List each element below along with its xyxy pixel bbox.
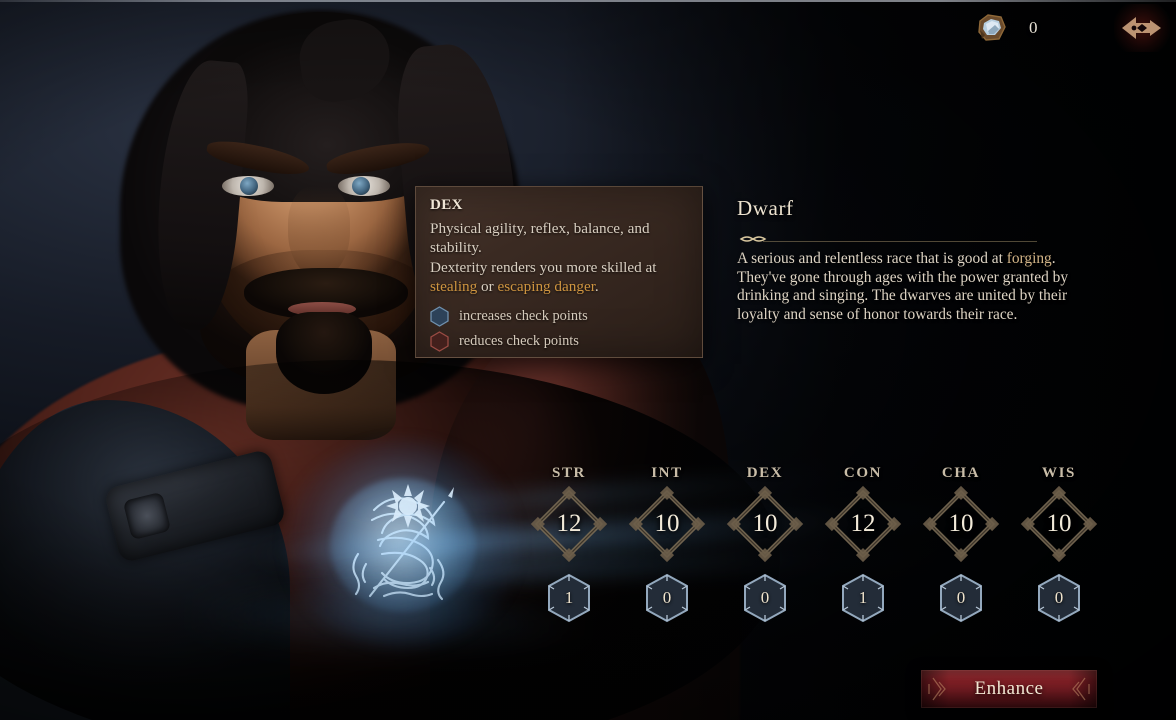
stat-value-str: 12 [556,510,582,537]
legend-label-increase: increases check points [459,307,588,324]
legend-row-reduce: reduces check points [430,329,688,354]
stat-column-dex: DEX 10 0 [716,462,814,623]
ornament-left-icon [928,677,946,701]
tooltip-highlight-stealing: stealing [430,278,478,296]
stat-value-con: 12 [850,510,876,537]
tooltip-line-2: Dexterity renders you more skilled at st… [430,258,688,297]
enhance-button-label: Enhance [974,678,1044,699]
gem-icon [975,12,1009,44]
stat-value-cha: 10 [948,510,974,537]
stat-diamond-str[interactable]: 12 [530,485,608,563]
stat-label-str: STR [552,465,586,481]
stat-value-int: 10 [654,510,680,537]
top-hud-bar: 0 [0,0,1176,56]
currency-display: 0 [975,8,1095,48]
stat-bonus-value-con: 1 [858,588,868,607]
race-info-panel: Dwarf A serious and relentless race that… [737,196,1097,325]
stat-bonus-wis: 0 [1036,573,1082,623]
race-desc-highlight: forging [1006,250,1052,267]
race-name: Dwarf [737,196,794,220]
tooltip-highlight-escaping: escaping danger [497,278,595,296]
stat-column-str: STR 12 1 [520,462,618,623]
stat-value-dex: 10 [752,510,778,537]
tooltip-legend: increases check points reduces check poi… [430,304,688,354]
stat-column-int: INT 10 0 [618,462,716,623]
red-hexagon-icon [430,330,449,352]
stat-bonus-int: 0 [644,573,690,623]
stat-bonus-value-dex: 0 [760,588,770,607]
stat-diamond-int[interactable]: 10 [628,485,706,563]
back-button[interactable] [1114,4,1170,52]
tooltip-title: DEX [430,197,463,213]
stat-column-cha: CHA 10 0 [912,462,1010,623]
stat-label-con: CON [843,465,883,481]
tooltip-line2-pre: Dexterity renders you more skilled at [430,258,657,276]
stat-bonus-con: 1 [840,573,886,623]
stat-bonus-dex: 0 [742,573,788,623]
stat-bonus-str: 1 [546,573,592,623]
stat-tooltip: DEX Physical agility, reflex, balance, a… [415,186,703,358]
stat-diamond-dex[interactable]: 10 [726,485,804,563]
stat-label-int: INT [651,465,683,481]
stat-label-dex: DEX [746,465,784,481]
ornate-divider [737,231,1089,242]
stat-column-con: CON 12 1 [814,462,912,623]
race-desc-pre: A serious and relentless race that is go… [737,250,1007,267]
stat-diamond-con[interactable]: 12 [824,485,902,563]
stat-label-cha: CHA [941,465,981,481]
enhance-button[interactable]: Enhance [921,670,1097,708]
stat-label-wis: WIS [1042,465,1076,481]
top-edge-line [0,0,1176,2]
legend-row-increase: increases check points [430,304,688,329]
race-description: A serious and relentless race that is go… [737,250,1097,325]
stat-bonus-cha: 0 [938,573,984,623]
stat-bonus-value-str: 1 [564,588,574,607]
tooltip-body: Physical agility, reflex, balance, and s… [430,219,688,297]
stat-bonus-value-wis: 0 [1054,588,1064,607]
tooltip-line-1: Physical agility, reflex, balance, and s… [430,220,650,257]
attributes-row: STR 12 1 INT 10 0 DEX 10 0 CON 12 1 CHA … [520,462,1120,632]
blue-hexagon-icon [430,305,449,327]
stat-bonus-value-int: 0 [662,588,672,607]
stat-column-wis: WIS 10 0 [1010,462,1108,623]
currency-value: 0 [1029,18,1038,37]
tooltip-line2-end: . [594,278,599,296]
back-arrow-icon [1122,17,1161,39]
stat-value-wis: 10 [1046,510,1072,537]
tooltip-line2-mid: or [477,278,498,296]
stat-diamond-wis[interactable]: 10 [1020,485,1098,563]
stat-bonus-value-cha: 0 [956,588,966,607]
ornament-right-icon [1072,677,1090,701]
stat-diamond-cha[interactable]: 10 [922,485,1000,563]
legend-label-reduce: reduces check points [459,332,579,349]
